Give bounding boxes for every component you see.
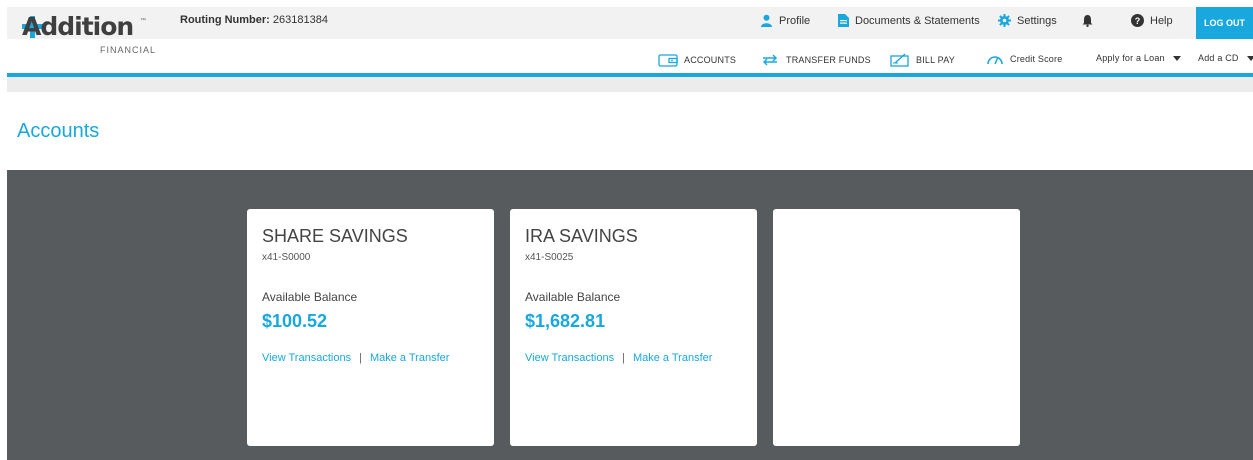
page-title: Accounts xyxy=(17,120,100,142)
help-link-label: Help xyxy=(1150,14,1173,27)
nav-cd-label: Add a CD xyxy=(1198,53,1239,63)
documents-statements-link[interactable]: Documents & Statements xyxy=(838,14,980,27)
nav-bill-pay[interactable]: BILL PAY xyxy=(890,53,955,67)
profile-link[interactable]: Profile xyxy=(760,14,810,27)
nav-apply-loan-dropdown[interactable]: Apply for a Loan xyxy=(1096,53,1181,63)
settings-link-label: Settings xyxy=(1017,14,1057,27)
wallet-icon xyxy=(658,54,678,67)
account-name: IRA SAVINGS xyxy=(525,226,638,246)
account-card[interactable]: SHARE SAVINGS x41-S0000 Available Balanc… xyxy=(247,209,494,446)
view-transactions-link[interactable]: View Transactions xyxy=(525,352,614,364)
make-a-transfer-link[interactable]: Make a Transfer xyxy=(370,352,449,364)
bill-icon xyxy=(890,53,909,67)
account-name: SHARE SAVINGS xyxy=(262,226,408,246)
nav-credit-label: Credit Score xyxy=(1010,54,1063,64)
help-link[interactable]: ? Help xyxy=(1131,14,1173,27)
account-number: x41-S0025 xyxy=(525,252,574,263)
logout-button[interactable]: LOG OUT xyxy=(1196,7,1253,39)
account-card-links: View Transactions | Make a Transfer xyxy=(525,352,712,364)
main-nav-bar xyxy=(7,39,1253,73)
routing-number: Routing Number: 263181384 xyxy=(180,14,328,26)
help-icon: ? xyxy=(1131,14,1144,27)
documents-link-label: Documents & Statements xyxy=(855,14,980,27)
nav-transfer-label: TRANSFER FUNDS xyxy=(786,55,871,65)
logo-trademark: ™ xyxy=(140,18,146,24)
link-separator: | xyxy=(622,352,625,364)
routing-number-label: Routing Number: xyxy=(180,14,270,26)
available-balance-amount: $1,682.81 xyxy=(525,311,606,331)
transfer-arrows-icon xyxy=(763,54,777,66)
settings-link[interactable]: Settings xyxy=(998,14,1057,27)
nav-loan-label: Apply for a Loan xyxy=(1096,53,1165,63)
view-transactions-link[interactable]: View Transactions xyxy=(262,352,351,364)
nav-billpay-label: BILL PAY xyxy=(916,55,955,65)
nav-add-cd-dropdown[interactable]: Add a CD xyxy=(1198,53,1253,63)
empty-account-card xyxy=(773,209,1020,446)
nav-accounts-label: ACCOUNTS xyxy=(684,55,737,65)
addition-financial-logo[interactable]: Addition ™ FINANCIAL xyxy=(22,12,155,62)
routing-number-value: 263181384 xyxy=(272,14,328,26)
nav-credit-score[interactable]: Credit Score xyxy=(986,53,1062,65)
chevron-down-icon xyxy=(1172,55,1181,61)
sub-header-strip xyxy=(7,77,1253,92)
gauge-icon xyxy=(987,56,1003,65)
chevron-down-icon xyxy=(1246,55,1253,61)
link-separator: | xyxy=(359,352,362,364)
logo-wordmark: Addition xyxy=(22,12,134,41)
make-a-transfer-link[interactable]: Make a Transfer xyxy=(633,352,712,364)
account-card-links: View Transactions | Make a Transfer xyxy=(262,352,449,364)
gear-icon xyxy=(998,14,1011,27)
nav-transfer-funds[interactable]: TRANSFER FUNDS xyxy=(760,53,871,67)
logo-subtitle: FINANCIAL xyxy=(100,45,157,55)
bell-icon xyxy=(1082,15,1093,27)
notifications-button[interactable] xyxy=(1082,14,1093,27)
nav-accounts[interactable]: ACCOUNTS xyxy=(658,53,736,67)
user-icon xyxy=(761,14,772,27)
available-balance-label: Available Balance xyxy=(262,290,358,304)
available-balance-label: Available Balance xyxy=(525,290,621,304)
profile-link-label: Profile xyxy=(779,14,811,27)
account-card[interactable]: IRA SAVINGS x41-S0025 Available Balance … xyxy=(510,209,757,446)
account-number: x41-S0000 xyxy=(262,252,311,263)
document-icon xyxy=(838,14,849,27)
available-balance-amount: $100.52 xyxy=(262,311,328,331)
svg-text:?: ? xyxy=(1135,16,1141,26)
